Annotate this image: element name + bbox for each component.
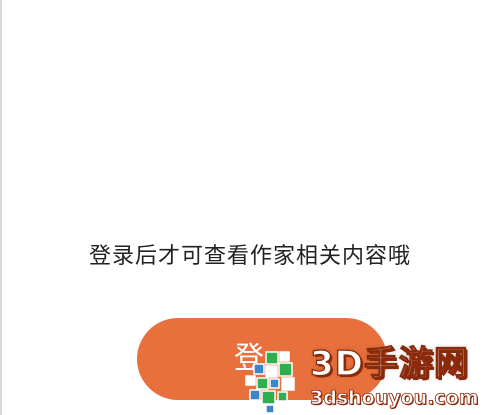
screen: 登录后才可查看作家相关内容哦 登 3D手游网 3dshouyou.com [0,0,500,415]
left-edge-divider [0,0,2,415]
login-required-message: 登录后才可查看作家相关内容哦 [88,244,411,269]
login-button-label: 登 [234,341,264,376]
